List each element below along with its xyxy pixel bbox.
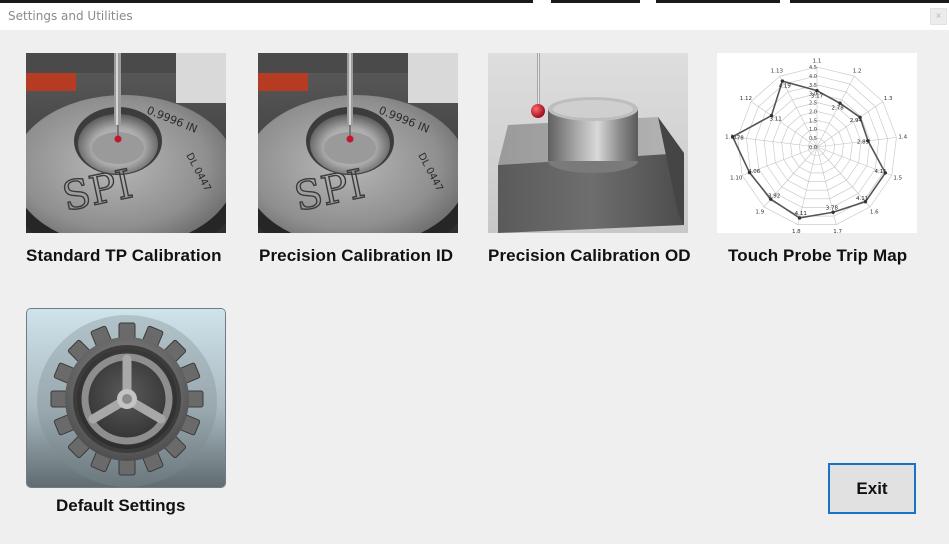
radar-direction-label: 1.2 (853, 68, 862, 74)
tile-standard-tp-calibration[interactable]: 0.9996 IN DL 0447 SPI Standard TP Calibr… (26, 53, 246, 273)
radar-data-label: 4.11 (856, 196, 868, 202)
radar-scale-label: 1.0 (809, 127, 817, 133)
radar-data-label: 4.19 (779, 83, 792, 89)
radar-data-label: 2.89 (857, 139, 870, 145)
radar-data-label: 3.17 (811, 94, 824, 100)
close-icon[interactable]: × (930, 8, 947, 25)
radar-scale-label: 1.5 (809, 118, 817, 124)
radar-direction-label: 1.5 (893, 176, 902, 182)
radar-data-label: 4.11 (875, 169, 887, 175)
radar-direction-label: 1.10 (730, 176, 743, 182)
radar-data-label: 3.11 (769, 116, 781, 122)
tile-label: Precision Calibration ID (259, 246, 454, 265)
radar-data-label: 2.78 (832, 106, 845, 112)
title-bar: Settings and Utilities × (0, 3, 949, 30)
radar-data-label: 4.11 (795, 211, 807, 217)
radar-direction-label: 1.7 (833, 229, 842, 233)
radar-direction-label: 1.1 (813, 59, 822, 65)
radar-scale-label: 4.5 (809, 65, 817, 71)
radar-scale-label: 3.5 (809, 83, 817, 89)
tile-label: Standard TP Calibration (26, 246, 222, 265)
default-settings-label: Default Settings (56, 496, 186, 515)
tile-label: Precision Calibration OD (488, 246, 691, 265)
ring-gauge-probe-image: 0.9996 IN DL 0447 SPI (258, 53, 458, 233)
tile-label: Touch Probe Trip Map (728, 246, 908, 265)
tile-touch-probe-trip-map[interactable]: 4.5 4.0 3.5 3.0 2.5 2.0 1.5 1.0 0.5 0.0 1.1 1.2 1.3 1… (717, 53, 917, 273)
radar-chart-image: 4.5 4.0 3.5 3.0 2.5 2.0 1.5 1.0 0.5 0.0 1.1 1.2 1.3 1… (717, 53, 917, 233)
radar-direction-label: 1.6 (870, 210, 879, 216)
radar-data-point (815, 88, 819, 93)
radar-direction-label: 1.8 (792, 229, 801, 233)
radar-scale-label: 4.0 (809, 74, 817, 80)
radar-direction-label: 1.4 (898, 135, 907, 141)
tile-precision-calibration-id[interactable]: 0.9996 IN DL 0447 SPI Precision Calibrat… (258, 53, 458, 273)
radar-direction-label: 1.13 (771, 68, 784, 74)
default-settings-button[interactable] (26, 308, 226, 488)
radar-scale-label: 2.5 (809, 101, 817, 107)
cylinder-block-probe-image (488, 53, 688, 233)
radar-scale-label: 0.0 (809, 145, 817, 151)
radar-data-point (838, 101, 842, 105)
radar-direction-label: 1.3 (884, 96, 893, 102)
radar-data-label: 4.06 (748, 169, 761, 175)
ring-gauge-spi-image: 0.9996 IN DL 0447 SPI (26, 53, 226, 233)
radar-scale-label: 0.5 (809, 136, 817, 142)
radar-data-point (780, 79, 785, 83)
radar-direction-label: 1.9 (755, 210, 764, 216)
window-title: Settings and Utilities (8, 9, 133, 23)
gear-icon (27, 309, 225, 487)
radar-direction-label: 1.12 (740, 96, 752, 102)
radar-data-label: 4.78 (731, 135, 744, 141)
radar-data-label: 3.92 (768, 193, 780, 199)
exit-button[interactable]: Exit (828, 463, 916, 514)
radar-scale-label: 2.0 (809, 109, 817, 115)
radar-data-label: 3.78 (826, 205, 839, 211)
radar-data-label: 2.94 (850, 118, 863, 124)
tile-precision-calibration-od[interactable]: Precision Calibration OD (488, 53, 698, 273)
